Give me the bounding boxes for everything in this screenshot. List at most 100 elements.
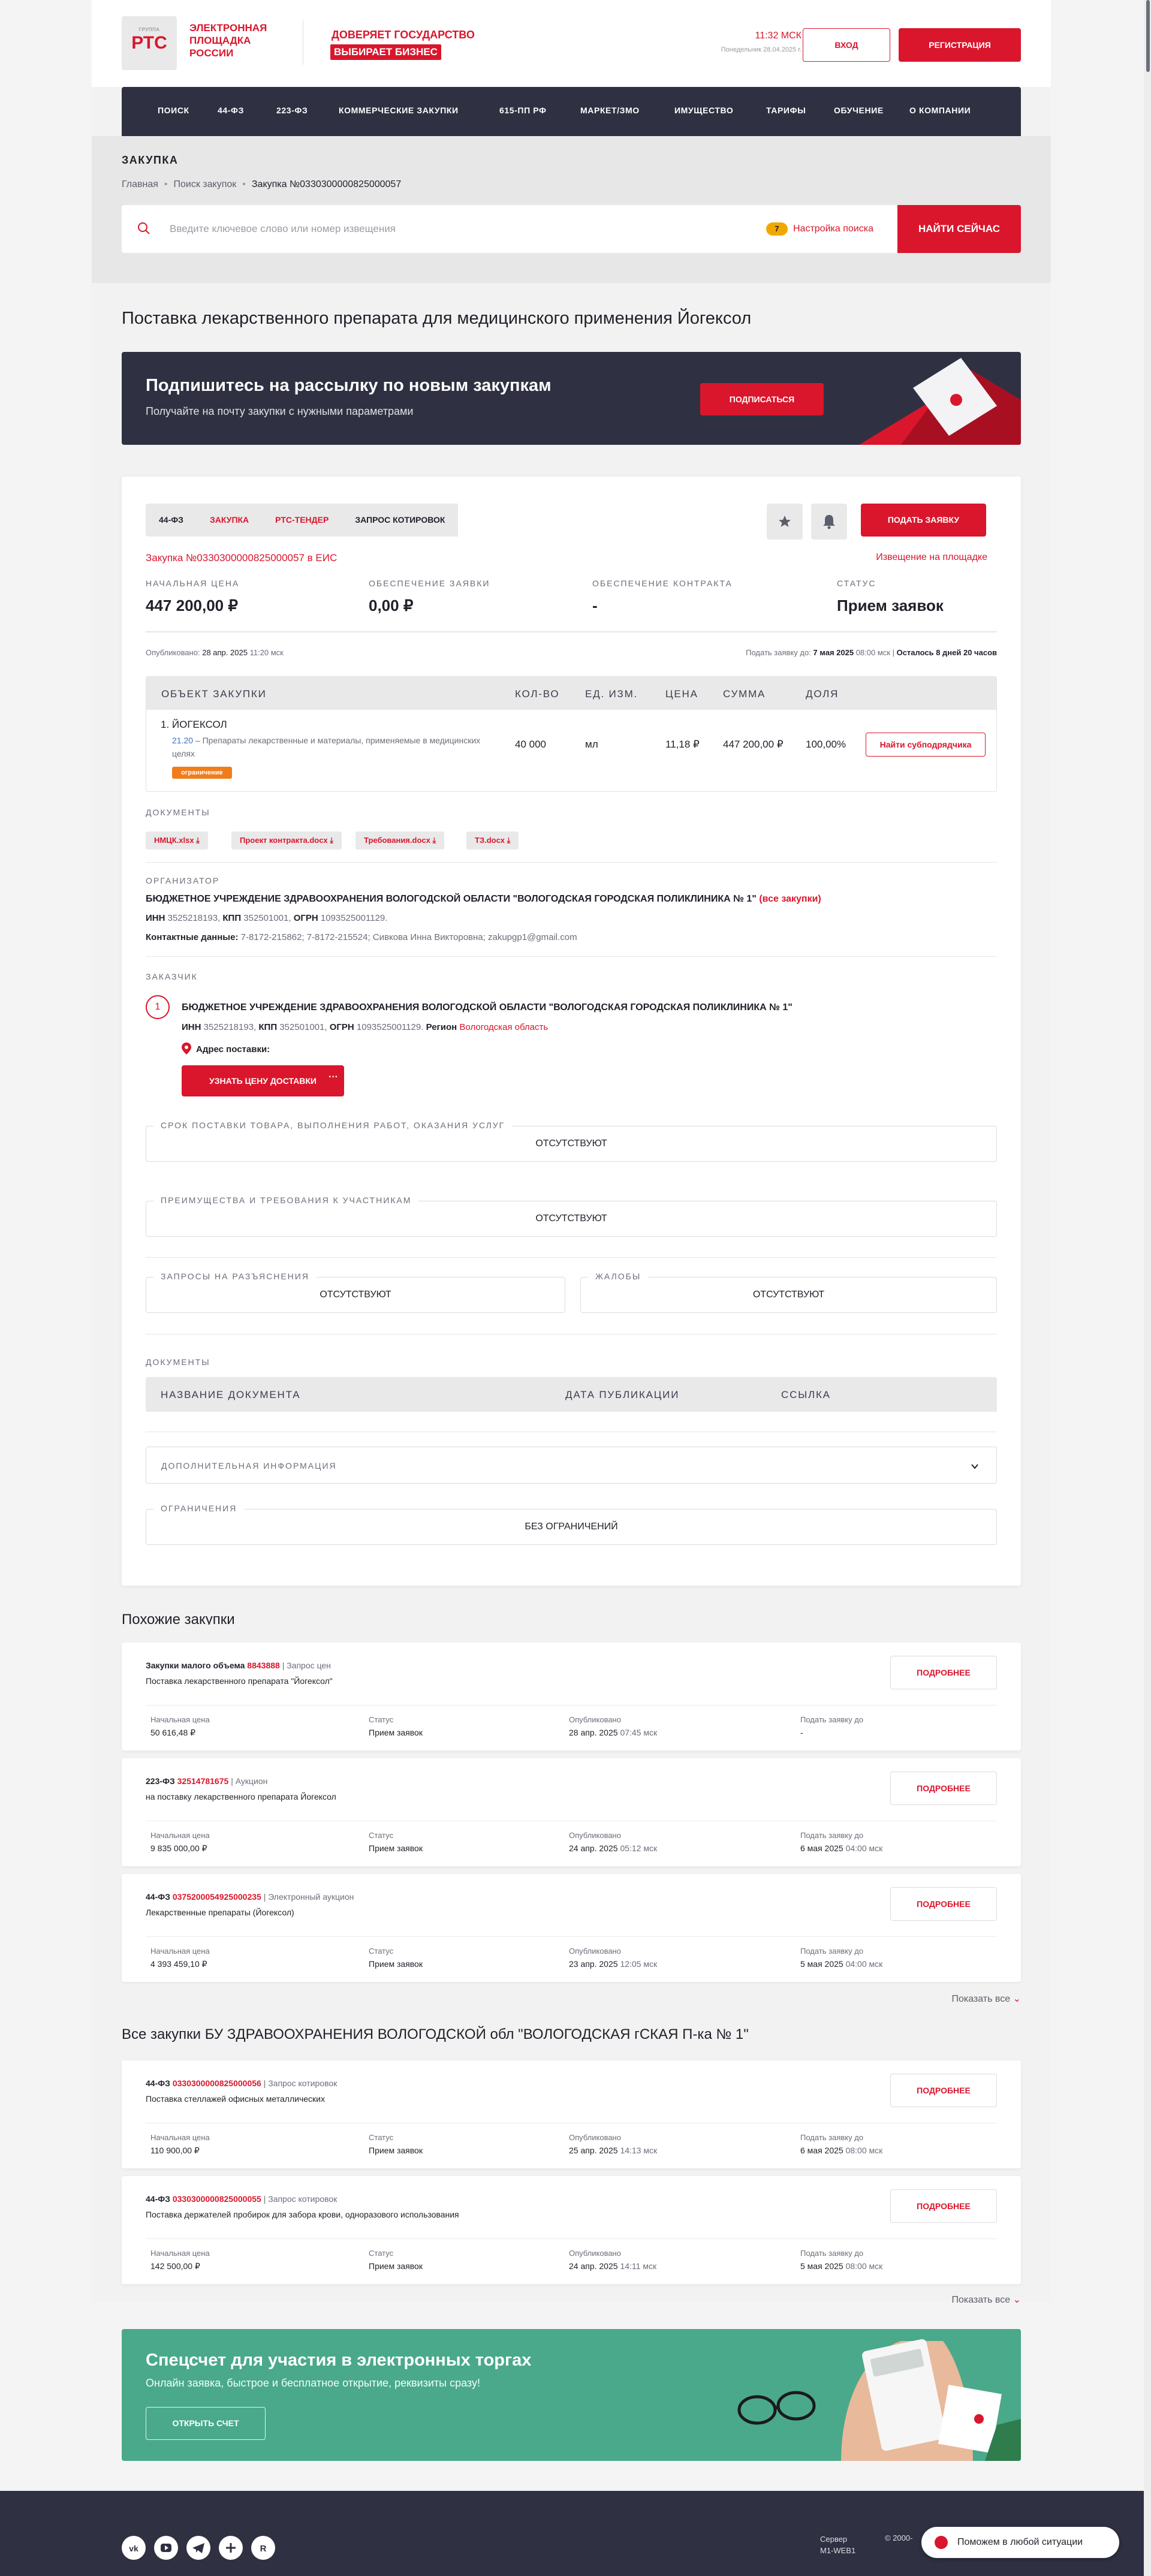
meta-price: Начальная цена 9 835 000,00 ₽: [150, 1831, 210, 1854]
scrollbar[interactable]: [1144, 0, 1151, 2576]
details-button[interactable]: ПОДРОБНЕЕ: [890, 1887, 997, 1921]
page: ГРУППА РТС ЭЛЕКТРОННАЯ ПЛОЩАДКА РОССИИ Д…: [0, 0, 1151, 2576]
open-account-button[interactable]: ОТКРЫТЬ СЧЕТ: [146, 2407, 266, 2440]
details-button[interactable]: ПОДРОБНЕЕ: [890, 1771, 997, 1805]
document-link[interactable]: Проект контракта.docx ⤓: [231, 831, 342, 849]
customer-label: ЗАКАЗЧИК: [146, 972, 198, 981]
meta-time: 12:05 мск: [620, 1959, 658, 1969]
purchase-law: 223-ФЗ: [146, 1776, 175, 1786]
nav-item-education[interactable]: ОБУЧЕНИЕ: [834, 106, 884, 115]
meta-time: 05:12 мск: [620, 1843, 658, 1853]
customer-ids: ИНН 3525218193, КПП 352501001, ОГРН 1093…: [182, 1022, 548, 1032]
purchase-tags: 44-ФЗ ЗАКУПКА РТС-ТЕНДЕР ЗАПРОС КОТИРОВО…: [146, 504, 459, 537]
date-label: Понедельник 28.04.2025 г.: [721, 46, 802, 53]
meta-value: 6 мая 2025 04:00 мск: [800, 1843, 882, 1853]
help-text: Поможем в любой ситуации: [957, 2537, 1083, 2547]
youtube-icon[interactable]: [154, 2536, 178, 2560]
breadcrumb-current: Закупка №0330300000825000057: [251, 179, 402, 189]
clarification-requests-box: ЗАПРОСЫ НА РАЗЪЯСНЕНИЯ ОТСУТСТВУЮТ: [146, 1272, 565, 1313]
organizer-title: БЮДЖЕТНОЕ УЧРЕЖДЕНИЕ ЗДРАВООХРАНЕНИЯ ВОЛ…: [146, 894, 757, 904]
restriction-badge: ограничение: [172, 767, 232, 779]
details-button[interactable]: ПОДРОБНЕЕ: [890, 2074, 997, 2107]
document-link[interactable]: Требования.docx ⤓: [355, 831, 445, 849]
meta-published: Опубликовано 25 апр. 2025 14:13 мск: [569, 2133, 657, 2155]
show-all-customer[interactable]: Показать все ⌄: [951, 2294, 1021, 2306]
purchase-number[interactable]: 8843888: [247, 1661, 280, 1670]
server-label: Сервер: [820, 2535, 848, 2544]
object-okpd: 21.20 – Препараты лекарственные и матери…: [172, 734, 496, 760]
purchase-number[interactable]: 32514781675: [177, 1776, 229, 1786]
contacts-label: Контактные данные:: [146, 932, 239, 942]
meta-date: 25 апр. 2025: [569, 2146, 618, 2155]
details-button[interactable]: ПОДРОБНЕЕ: [890, 1656, 997, 1689]
delivery-price-button[interactable]: УЗНАТЬ ЦЕНУ ДОСТАВКИ ···: [182, 1065, 344, 1096]
nav-item-market[interactable]: МАРКЕТ/ЗМО: [580, 106, 640, 115]
eis-link[interactable]: Закупка №0330300000825000057 в ЕИС: [146, 552, 337, 564]
meta-date: 24 апр. 2025: [569, 2261, 618, 2271]
breadcrumb-search[interactable]: Поиск закупок: [174, 179, 237, 189]
nav-item-about[interactable]: О КОМПАНИИ: [909, 106, 971, 115]
special-account-banner: Спецсчет для участия в электронных торга…: [122, 2329, 1021, 2461]
organizer-all-link[interactable]: (все закупки): [759, 894, 821, 904]
document-link[interactable]: ТЗ.docx ⤓: [466, 831, 519, 849]
search-button[interactable]: НАЙТИ СЕЙЧАС: [897, 205, 1021, 253]
notice-link[interactable]: Извещение на площадке: [876, 552, 987, 563]
meta-status: Статус Прием заявок: [369, 1831, 423, 1853]
nav-item-44fz[interactable]: 44-ФЗ: [218, 106, 244, 115]
register-button[interactable]: РЕГИСТРАЦИЯ: [899, 28, 1021, 62]
details-button[interactable]: ПОДРОБНЕЕ: [890, 2189, 997, 2223]
region-value[interactable]: Вологодская область: [459, 1022, 548, 1032]
address-label: Адрес поставки:: [196, 1044, 270, 1054]
meta-value: 24 апр. 2025 05:12 мск: [569, 1843, 657, 1853]
search-settings-link[interactable]: Настройка поиска: [793, 224, 873, 234]
search-input[interactable]: [170, 217, 709, 241]
tag-type: ЗАКУПКА: [209, 515, 249, 525]
logo[interactable]: ГРУППА РТС: [122, 16, 177, 70]
vk-icon[interactable]: vk: [122, 2536, 146, 2560]
plus-icon[interactable]: [219, 2536, 243, 2560]
document-link[interactable]: НМЦК.xlsx ⤓: [146, 831, 208, 849]
meta-value: Прием заявок: [369, 1959, 423, 1969]
scrollbar-thumb[interactable]: [1146, 0, 1150, 72]
apply-button[interactable]: ПОДАТЬ ЗАЯВКУ: [861, 504, 986, 537]
favorite-button[interactable]: [767, 504, 803, 540]
okpd-code[interactable]: 21.20: [172, 736, 193, 745]
nav-item-property[interactable]: ИМУЩЕСТВО: [674, 106, 733, 115]
more-dots-icon: ···: [329, 1072, 338, 1082]
help-widget[interactable]: Поможем в любой ситуации: [921, 2527, 1119, 2558]
object-unit: мл: [585, 739, 598, 750]
contacts-value: 7-8172-215862; 7-8172-215524; Сивкова Ин…: [240, 932, 577, 942]
find-subcontractor-button[interactable]: Найти субподрядчика: [866, 733, 986, 757]
main-column: ГРУППА РТС ЭЛЕКТРОННАЯ ПЛОЩАДКА РОССИИ Д…: [92, 0, 1051, 1628]
subscribe-button[interactable]: ПОДПИСАТЬСЯ: [700, 383, 824, 415]
purchase-meta: Начальная цена 9 835 000,00 ₽ Статус Прием…: [146, 1821, 997, 1854]
nav-item-search[interactable]: ПОИСК: [158, 106, 189, 115]
meta-value: -: [800, 1728, 863, 1737]
meta-status: Статус Прием заявок: [369, 2133, 423, 2155]
meta-deadline: Подать заявку до 6 мая 2025 04:00 мск: [800, 1831, 882, 1853]
nav-item-tariffs[interactable]: ТАРИФЫ: [766, 106, 806, 115]
meta-published: Опубликовано 23 апр. 2025 12:05 мск: [569, 1947, 657, 1969]
meta-label: Подать заявку до: [800, 1715, 864, 1724]
meta-time: 14:11 мск: [620, 2261, 657, 2271]
additional-info-toggle[interactable]: ДОПОЛНИТЕЛЬНАЯ ИНФОРМАЦИЯ: [146, 1447, 997, 1484]
purchase-number[interactable]: 0330300000825000055: [173, 2194, 261, 2204]
nav-item-615pp[interactable]: 615-ПП РФ: [499, 106, 547, 115]
delivery-price-label: УЗНАТЬ ЦЕНУ ДОСТАВКИ: [209, 1076, 317, 1086]
rutube-icon[interactable]: R: [251, 2536, 275, 2560]
notify-button[interactable]: [811, 504, 847, 540]
login-button[interactable]: ВХОД: [803, 28, 890, 62]
nav-item-223fz[interactable]: 223-ФЗ: [276, 106, 308, 115]
meta-label: Опубликовано: [569, 2249, 621, 2258]
header: ГРУППА РТС ЭЛЕКТРОННАЯ ПЛОЩАДКА РОССИИ Д…: [92, 0, 1051, 87]
column-header: ДОЛЯ: [806, 688, 839, 700]
organizer-name: БЮДЖЕТНОЕ УЧРЕЖДЕНИЕ ЗДРАВООХРАНЕНИЯ ВОЛ…: [146, 894, 997, 905]
show-all-similar[interactable]: Показать все ⌄: [951, 1993, 1021, 2005]
nav-item-commercial[interactable]: КОММЕРЧЕСКИЕ ЗАКУПКИ: [339, 106, 459, 115]
purchase-number[interactable]: 0330300000825000056: [173, 2078, 261, 2088]
breadcrumb-home[interactable]: Главная: [122, 179, 158, 189]
purchase-number[interactable]: 0375200054925000235: [173, 1892, 261, 1902]
advantages-title: ПРЕИМУЩЕСТВА И ТРЕБОВАНИЯ К УЧАСТНИКАМ: [153, 1195, 419, 1205]
telegram-icon[interactable]: [186, 2536, 210, 2560]
subscribe-title: Подпишитесь на рассылку по новым закупка…: [146, 376, 552, 395]
